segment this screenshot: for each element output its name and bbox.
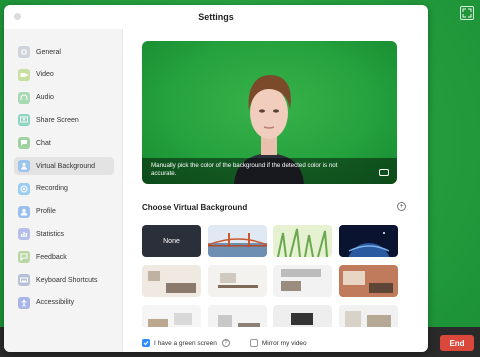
background-thumb-earth[interactable] xyxy=(338,225,398,257)
window-title: Settings xyxy=(198,12,234,22)
background-thumb-room-2[interactable] xyxy=(207,265,267,297)
background-thumb-golden-gate[interactable] xyxy=(207,225,267,257)
sidebar-item-label: Virtual Background xyxy=(36,162,96,170)
keyboard-icon xyxy=(18,274,30,286)
profile-icon xyxy=(18,205,30,218)
video-preview[interactable]: Manually pick the color of the backgroun… xyxy=(142,41,397,184)
sidebar-item-label: Accessibility xyxy=(36,299,75,307)
background-thumb-room-8[interactable] xyxy=(338,305,398,327)
background-thumb-room-6[interactable] xyxy=(207,305,267,327)
background-thumb-room-1[interactable] xyxy=(142,265,201,297)
feedback-icon xyxy=(18,251,30,264)
help-icon[interactable]: ? xyxy=(221,339,230,347)
color-hint-bar: Manually pick the color of the backgroun… xyxy=(142,158,397,184)
choose-background-title: Choose Virtual Background xyxy=(142,203,248,212)
background-thumb-room-4[interactable] xyxy=(338,265,398,297)
sidebar-item-label: Video xyxy=(36,71,54,79)
headphones-icon xyxy=(18,91,30,104)
background-thumb-grass[interactable] xyxy=(273,225,332,257)
virtual-background-panel: Manually pick the color of the backgroun… xyxy=(123,29,428,352)
sidebar-item-general[interactable]: General xyxy=(14,43,114,61)
sidebar-item-profile[interactable]: Profile xyxy=(14,203,114,221)
statistics-icon xyxy=(18,228,30,241)
gear-icon xyxy=(18,46,30,58)
color-picker-icon[interactable] xyxy=(379,169,389,176)
mirror-video-label: Mirror my video xyxy=(261,339,307,347)
record-icon xyxy=(18,182,30,195)
sidebar-item-label: Keyboard Shortcuts xyxy=(36,276,98,284)
settings-window: Settings General Video Audio Share Screen Ch… xyxy=(4,5,428,352)
sidebar-item-share-screen[interactable]: Share Screen xyxy=(14,111,114,129)
sidebar-item-label: Statistics xyxy=(36,230,65,238)
sidebar-item-label: General xyxy=(36,48,61,56)
sidebar-item-accessibility[interactable]: Accessibility xyxy=(14,294,114,312)
sidebar-item-label: Profile xyxy=(36,208,56,216)
options-row: I have a green screen ? Mirror my video xyxy=(142,337,307,349)
add-background-button[interactable]: + xyxy=(397,202,406,211)
background-thumb-room-3[interactable] xyxy=(273,265,332,297)
sidebar-item-chat[interactable]: Chat xyxy=(14,134,114,152)
fullscreen-icon[interactable] xyxy=(460,6,474,20)
share-screen-icon xyxy=(18,114,30,127)
background-thumb-room-5[interactable] xyxy=(142,305,201,327)
sidebar-item-label: Audio xyxy=(36,94,54,102)
background-grid: None xyxy=(142,225,398,327)
sidebar-item-label: Chat xyxy=(36,139,51,147)
sidebar-item-keyboard-shortcuts[interactable]: Keyboard Shortcuts xyxy=(14,271,114,289)
sidebar-item-video[interactable]: Video xyxy=(14,66,114,84)
green-screen-checkbox[interactable] xyxy=(142,339,150,347)
end-meeting-button[interactable]: End xyxy=(440,335,474,351)
sidebar-item-label: Recording xyxy=(36,185,68,193)
person-icon xyxy=(18,160,30,172)
green-screen-label: I have a green screen xyxy=(154,339,217,347)
sidebar-item-label: Feedback xyxy=(36,253,67,261)
sidebar-item-feedback[interactable]: Feedback xyxy=(14,248,114,266)
accessibility-icon xyxy=(18,296,30,309)
background-thumb-room-7[interactable] xyxy=(273,305,332,327)
title-bar: Settings xyxy=(4,5,428,29)
color-hint-text: Manually pick the color of the backgroun… xyxy=(151,162,338,177)
sidebar-item-audio[interactable]: Audio xyxy=(14,89,114,107)
sidebar-item-virtual-background[interactable]: Virtual Background xyxy=(14,157,114,175)
sidebar-item-statistics[interactable]: Statistics xyxy=(14,225,114,243)
sidebar-item-label: Share Screen xyxy=(36,116,79,124)
mirror-video-checkbox[interactable] xyxy=(249,339,258,347)
background-thumb-none[interactable]: None xyxy=(142,225,201,257)
settings-sidebar: General Video Audio Share Screen Chat Virtual… xyxy=(4,29,123,352)
sidebar-item-recording[interactable]: Recording xyxy=(14,180,114,198)
chat-icon xyxy=(18,137,30,150)
video-icon xyxy=(18,68,30,81)
